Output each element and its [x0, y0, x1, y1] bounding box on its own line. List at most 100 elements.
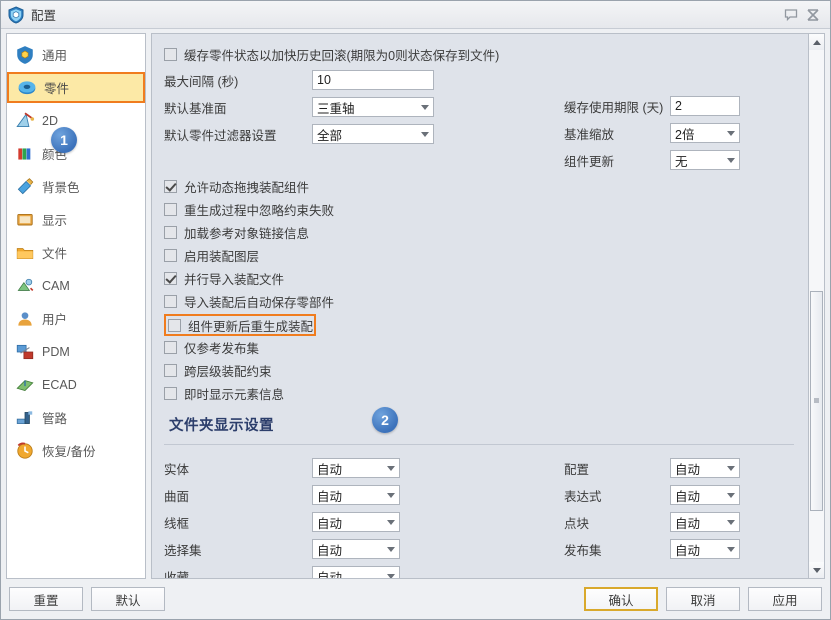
checkbox-label: 缓存零件状态以加快历史回滚(期限为0则状态保存到文件): [184, 49, 500, 63]
field-row-favorites: 收藏 自动: [164, 563, 564, 578]
folder-icon: [16, 247, 34, 259]
default-datum-plane-select[interactable]: 三重轴: [312, 97, 434, 117]
field-label: 组件更新: [564, 154, 615, 169]
selection-set-display-select[interactable]: 自动: [312, 539, 400, 559]
favorites-display-select[interactable]: 自动: [312, 566, 400, 578]
checkbox-row-cache-part-state[interactable]: 缓存零件状态以加快历史回滚(期限为0则状态保存到文件): [164, 44, 808, 65]
checkbox-box[interactable]: [164, 387, 177, 400]
sidebar-item-general[interactable]: 通用: [7, 38, 145, 71]
cancel-button[interactable]: 取消: [666, 587, 740, 611]
checkbox-label: 即时显示元素信息: [184, 388, 285, 402]
checkbox-row-auto-save-after-import[interactable]: 导入装配后自动保存零部件: [164, 291, 808, 312]
sidebar-item-label: 管路: [42, 412, 68, 426]
part-icon: [18, 80, 36, 94]
checkbox-box[interactable]: [164, 364, 177, 377]
select-value: 全部: [317, 128, 343, 143]
sidebar-item-label: 文件: [42, 247, 68, 261]
point-block-display-select[interactable]: 自动: [670, 512, 740, 532]
reset-button[interactable]: 重置: [9, 587, 83, 611]
checkbox-box[interactable]: [164, 226, 177, 239]
solid-display-select[interactable]: 自动: [312, 458, 400, 478]
cam-icon: [17, 278, 34, 291]
checkbox-label: 组件更新后重生成装配: [188, 319, 314, 334]
sidebar-item-label: CAM: [42, 278, 70, 293]
configuration-display-select[interactable]: 自动: [670, 458, 740, 478]
checkbox-label: 加载参考对象链接信息: [184, 227, 310, 241]
checkbox-row-allow-dynamic-drag[interactable]: 允许动态拖拽装配组件: [164, 176, 808, 197]
field-label: 基准缩放: [564, 127, 615, 142]
sidebar-item-pipe[interactable]: 管路: [7, 401, 145, 434]
shield-icon: [7, 5, 25, 24]
sidebar-item-label: 零件: [44, 82, 70, 96]
checkbox-row-reference-publish-set-only[interactable]: 仅参考发布集: [164, 337, 808, 358]
sidebar-item-part[interactable]: 零件: [7, 72, 145, 103]
pdm-icon: [16, 344, 34, 359]
speech-bubble-icon[interactable]: [780, 5, 802, 25]
sidebar-item-restore-backup[interactable]: 恢复/备份: [7, 434, 145, 467]
backup-icon: [17, 442, 33, 459]
checkbox-row-load-reference-link-info[interactable]: 加载参考对象链接信息: [164, 222, 808, 243]
cache-lifetime-input[interactable]: 2: [670, 96, 740, 116]
paint-icon: [17, 177, 34, 194]
expression-display-select[interactable]: 自动: [670, 485, 740, 505]
datum-scale-select[interactable]: 2倍: [670, 123, 740, 143]
checkbox-row-cross-level-assembly-constraint[interactable]: 跨层级装配约束: [164, 360, 808, 381]
sidebar-item-label: 显示: [42, 214, 68, 228]
chevron-down-icon: [421, 104, 429, 110]
drafting-icon: [16, 111, 35, 127]
sidebar-item-cam[interactable]: CAM: [7, 269, 145, 302]
sidebar-item-display[interactable]: 显示: [7, 203, 145, 236]
checkbox-row-ignore-constraint-failure[interactable]: 重生成过程中忽略约束失败: [164, 199, 808, 220]
select-value: 自动: [317, 516, 343, 531]
checkbox-box[interactable]: [164, 249, 177, 262]
field-row-solid: 实体 自动: [164, 455, 564, 481]
ok-button[interactable]: 确认: [584, 587, 658, 611]
checkbox-box[interactable]: [164, 180, 177, 193]
field-label: 点块: [564, 516, 590, 531]
apply-button[interactable]: 应用: [748, 587, 822, 611]
field-row-wireframe: 线框 自动: [164, 509, 564, 535]
sidebar-item-user[interactable]: 用户: [7, 302, 145, 335]
select-value: 自动: [317, 489, 343, 504]
select-value: 三重轴: [317, 101, 355, 116]
field-row-max-interval: 最大间隔 (秒) 10: [164, 67, 564, 93]
chevron-up-icon: [812, 39, 821, 45]
checkbox-row-instant-element-info[interactable]: 即时显示元素信息: [164, 383, 808, 404]
checkbox-box[interactable]: [164, 295, 177, 308]
scrollbar-thumb[interactable]: [810, 290, 823, 511]
checkbox-box[interactable]: [164, 203, 177, 216]
sidebar-item-2d[interactable]: 2D: [7, 104, 145, 137]
sidebar-item-file[interactable]: 文件: [7, 236, 145, 269]
field-column-right: 缓存使用期限 (天) 2 基准缩放 2倍 组件更新 无: [564, 67, 808, 174]
sidebar-item-background-color[interactable]: 背景色: [7, 170, 145, 203]
checkbox-row-enable-assembly-layer[interactable]: 启用装配图层: [164, 245, 808, 266]
select-value: 2倍: [675, 127, 695, 142]
sidebar-item-pdm[interactable]: PDM: [7, 335, 145, 368]
checkbox-row-regenerate-after-component-update[interactable]: 组件更新后重生成装配: [164, 314, 316, 336]
scroll-down-button[interactable]: [809, 562, 824, 578]
wireframe-display-select[interactable]: 自动: [312, 512, 400, 532]
scrollbar-track[interactable]: [809, 50, 824, 562]
close-icon[interactable]: [802, 5, 824, 25]
publish-set-display-select[interactable]: 自动: [670, 539, 740, 559]
dialog-body: 通用 零件 2D 颜色 背景色 显示 文件 CAM 用户 PDM ECAD 管路…: [1, 29, 830, 579]
checkbox-box[interactable]: [164, 48, 177, 61]
chevron-down-icon: [387, 465, 395, 471]
default-button[interactable]: 默认: [91, 587, 165, 611]
vertical-scrollbar[interactable]: [808, 33, 825, 579]
sidebar-item-label: 2D: [42, 113, 58, 128]
field-columns: 最大间隔 (秒) 10 默认基准面 三重轴 默认零件过滤器设置 全部 缓存使用期…: [164, 67, 808, 174]
checkbox-row-parallel-import-assembly[interactable]: 并行导入装配文件: [164, 268, 808, 289]
default-part-filter-select[interactable]: 全部: [312, 124, 434, 144]
checkbox-box[interactable]: [168, 318, 181, 332]
checkbox-label: 允许动态拖拽装配组件: [184, 181, 310, 195]
component-update-select[interactable]: 无: [670, 150, 740, 170]
chevron-down-icon: [387, 573, 395, 578]
scroll-up-button[interactable]: [809, 34, 824, 50]
surface-display-select[interactable]: 自动: [312, 485, 400, 505]
checkbox-box[interactable]: [164, 341, 177, 354]
field-label: 曲面: [164, 489, 190, 504]
checkbox-box[interactable]: [164, 272, 177, 285]
max-interval-input[interactable]: 10: [312, 70, 434, 90]
sidebar-item-ecad[interactable]: ECAD: [7, 368, 145, 401]
